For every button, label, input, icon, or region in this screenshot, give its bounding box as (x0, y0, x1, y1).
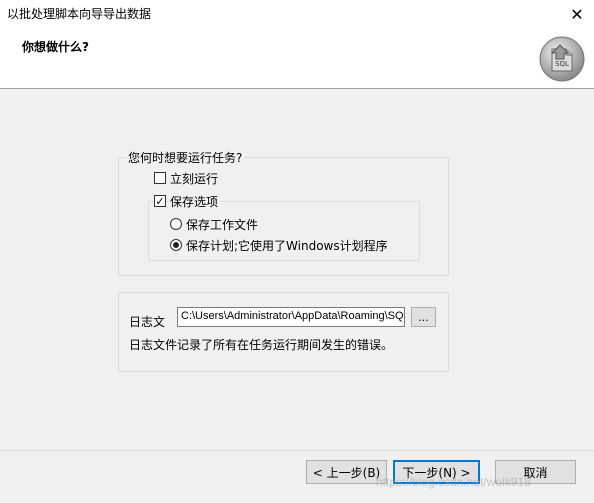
save-options-label[interactable]: 保存选项 (170, 193, 221, 210)
run-now-label[interactable]: 立刻运行 (170, 170, 218, 187)
watermark-text: https://blog.csdn.net/wolk918 (376, 475, 531, 489)
browse-label: ... (418, 310, 429, 324)
back-button-label: < 上一步(B) (312, 465, 381, 480)
sql-database-icon: SQL (538, 35, 586, 83)
close-icon: ✕ (570, 4, 584, 24)
log-file-description: 日志文件记录了所有在任务运行期间发生的错误。 (129, 338, 394, 352)
page-title: 你想做什么? (22, 40, 89, 54)
header-divider (0, 88, 594, 89)
footer-divider (0, 450, 594, 451)
wizard-header: 你想做什么? SQL (0, 27, 594, 88)
save-work-file-label[interactable]: 保存工作文件 (186, 216, 258, 233)
checkmark-icon: ✓ (155, 194, 165, 208)
log-file-label: 日志文 (129, 315, 166, 329)
save-options-checkbox[interactable]: ✓ (154, 195, 166, 207)
log-file-path-input[interactable]: C:\Users\Administrator\AppData\Roaming\S… (177, 307, 405, 327)
save-schedule-label[interactable]: 保存计划;它使用了Windows计划程序 (186, 237, 388, 254)
window-title: 以批处理脚本向导导出数据 (7, 7, 152, 21)
run-now-checkbox[interactable] (154, 172, 166, 184)
radio-selected-dot (173, 242, 179, 248)
back-button[interactable]: < 上一步(B) (306, 460, 387, 484)
title-bar: 以批处理脚本向导导出数据 ✕ (0, 0, 594, 27)
svg-text:SQL: SQL (555, 60, 569, 68)
run-options-legend: 您何时想要运行任务? (126, 149, 245, 166)
save-work-file-radio[interactable] (170, 218, 182, 230)
save-schedule-radio[interactable] (170, 239, 182, 251)
close-button[interactable]: ✕ (560, 2, 594, 26)
browse-button[interactable]: ... (411, 307, 436, 327)
log-file-group (118, 292, 449, 372)
